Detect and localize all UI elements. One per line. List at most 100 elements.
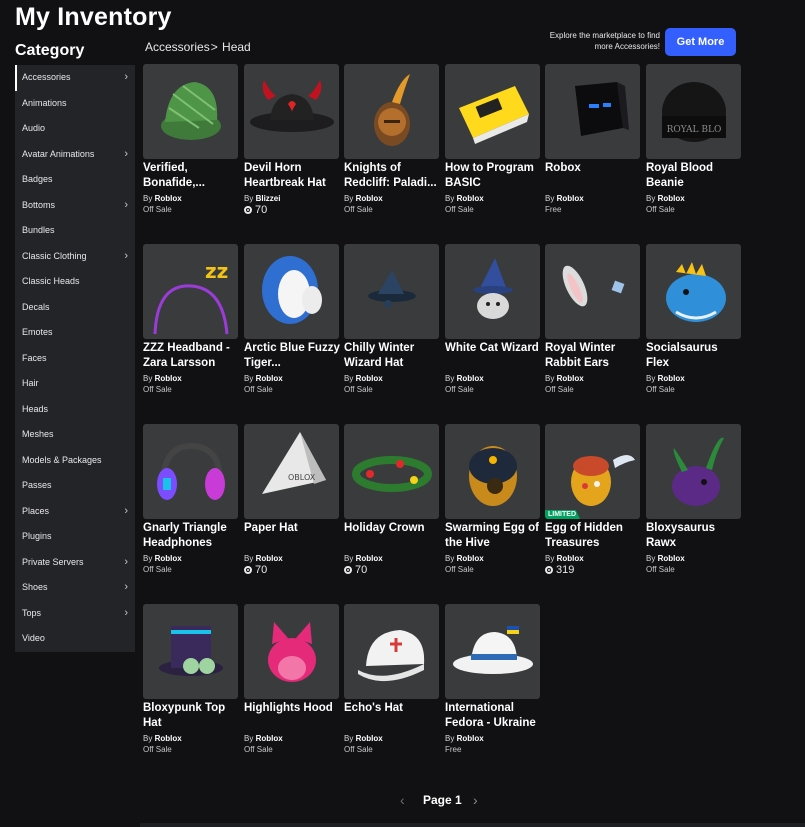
sidebar-item-classic-heads[interactable]: Classic Heads xyxy=(15,269,135,295)
item-card[interactable]: Devil Horn Heartbreak Hat By Blizzei 70 xyxy=(244,64,340,216)
item-card[interactable]: Knights of Redcliff: Paladi... By Roblox O… xyxy=(344,64,440,216)
item-name[interactable]: Highlights Hood xyxy=(244,701,340,731)
creator-link[interactable]: Blizzei xyxy=(256,194,281,203)
item-card[interactable]: How to Program BASIC By Roblox Off Sale xyxy=(445,64,541,216)
sidebar-item-decals[interactable]: Decals xyxy=(15,295,135,321)
item-thumbnail[interactable] xyxy=(244,64,339,159)
item-thumbnail[interactable]: OBLOX xyxy=(244,424,339,519)
item-thumbnail[interactable]: zz xyxy=(143,244,238,339)
item-name[interactable]: How to Program BASIC xyxy=(445,161,541,191)
item-card[interactable]: Highlights Hood By Roblox Off Sale xyxy=(244,604,340,756)
item-name[interactable]: Robox xyxy=(545,161,641,191)
sidebar-item-places[interactable]: Places › xyxy=(15,499,135,525)
item-card[interactable]: Socialsaurus Flex By Roblox Off Sale xyxy=(646,244,742,396)
item-name[interactable]: Devil Horn Heartbreak Hat xyxy=(244,161,340,191)
creator-link[interactable]: Roblox xyxy=(256,554,283,563)
item-card[interactable]: Bloxypunk Top Hat By Roblox Off Sale xyxy=(143,604,239,756)
creator-link[interactable]: Roblox xyxy=(155,734,182,743)
creator-link[interactable]: Roblox xyxy=(356,194,383,203)
sidebar-item-plugins[interactable]: Plugins xyxy=(15,524,135,550)
item-thumbnail[interactable] xyxy=(344,64,439,159)
item-thumbnail[interactable] xyxy=(344,244,439,339)
item-thumbnail[interactable] xyxy=(344,604,439,699)
creator-link[interactable]: Roblox xyxy=(356,554,383,563)
creator-link[interactable]: Roblox xyxy=(457,554,484,563)
prev-page-icon[interactable]: ‹ xyxy=(400,792,405,808)
sidebar-item-passes[interactable]: Passes xyxy=(15,473,135,499)
item-thumbnail[interactable] xyxy=(143,604,238,699)
item-thumbnail[interactable] xyxy=(445,64,540,159)
sidebar-item-video[interactable]: Video xyxy=(15,626,135,652)
item-thumbnail[interactable] xyxy=(244,604,339,699)
sidebar-item-faces[interactable]: Faces xyxy=(15,346,135,372)
creator-link[interactable]: Roblox xyxy=(557,554,584,563)
sidebar-item-hair[interactable]: Hair xyxy=(15,371,135,397)
creator-link[interactable]: Roblox xyxy=(256,374,283,383)
creator-link[interactable]: Roblox xyxy=(658,554,685,563)
creator-link[interactable]: Roblox xyxy=(557,374,584,383)
creator-link[interactable]: Roblox xyxy=(457,194,484,203)
item-card[interactable]: Gnarly Triangle Headphones By Roblox Off S… xyxy=(143,424,239,576)
breadcrumb-parent[interactable]: Accessories xyxy=(145,40,210,54)
sidebar-item-bundles[interactable]: Bundles xyxy=(15,218,135,244)
sidebar-item-models-packages[interactable]: Models & Packages xyxy=(15,448,135,474)
item-name[interactable]: Swarming Egg of the Hive xyxy=(445,521,541,551)
creator-link[interactable]: Roblox xyxy=(155,554,182,563)
item-card[interactable]: ROYAL BLO Royal Blood Beanie By Roblox Off … xyxy=(646,64,742,216)
item-name[interactable]: Paper Hat xyxy=(244,521,340,551)
item-card[interactable]: Bloxysaurus Rawx By Roblox Off Sale xyxy=(646,424,742,576)
creator-link[interactable]: Roblox xyxy=(356,374,383,383)
item-thumbnail[interactable] xyxy=(445,244,540,339)
creator-link[interactable]: Roblox xyxy=(457,374,484,383)
item-name[interactable]: Holiday Crown xyxy=(344,521,440,551)
creator-link[interactable]: Roblox xyxy=(557,194,584,203)
sidebar-item-private-servers[interactable]: Private Servers › xyxy=(15,550,135,576)
item-thumbnail[interactable] xyxy=(646,424,741,519)
item-card[interactable]: White Cat Wizard By Roblox Off Sale xyxy=(445,244,541,396)
sidebar-item-avatar-animations[interactable]: Avatar Animations › xyxy=(15,142,135,168)
item-name[interactable]: ZZZ Headband - Zara Larsson xyxy=(143,341,239,371)
item-thumbnail[interactable] xyxy=(244,244,339,339)
creator-link[interactable]: Roblox xyxy=(658,194,685,203)
item-thumbnail[interactable] xyxy=(545,64,640,159)
item-card[interactable]: Holiday Crown By Roblox 70 xyxy=(344,424,440,576)
sidebar-item-tops[interactable]: Tops › xyxy=(15,601,135,627)
sidebar-item-bottoms[interactable]: Bottoms › xyxy=(15,193,135,219)
item-name[interactable]: Echo's Hat xyxy=(344,701,440,731)
item-name[interactable]: International Fedora - Ukraine xyxy=(445,701,541,731)
item-name[interactable]: Knights of Redcliff: Paladi... xyxy=(344,161,440,191)
item-thumbnail[interactable] xyxy=(344,424,439,519)
item-name[interactable]: Bloxypunk Top Hat xyxy=(143,701,239,731)
item-name[interactable]: Chilly Winter Wizard Hat xyxy=(344,341,440,371)
item-name[interactable]: Verified, Bonafide,... xyxy=(143,161,239,191)
item-thumbnail[interactable] xyxy=(646,244,741,339)
sidebar-item-badges[interactable]: Badges xyxy=(15,167,135,193)
sidebar-item-heads[interactable]: Heads xyxy=(15,397,135,423)
item-card[interactable]: Swarming Egg of the Hive By Roblox Off Sal… xyxy=(445,424,541,576)
item-name[interactable]: Bloxysaurus Rawx xyxy=(646,521,742,551)
sidebar-item-meshes[interactable]: Meshes xyxy=(15,422,135,448)
sidebar-item-accessories[interactable]: Accessories › xyxy=(15,65,135,91)
item-name[interactable]: White Cat Wizard xyxy=(445,341,541,371)
item-thumbnail[interactable] xyxy=(143,424,238,519)
item-thumbnail[interactable]: LIMITED xyxy=(545,424,640,519)
get-more-button[interactable]: Get More xyxy=(665,28,736,56)
creator-link[interactable]: Roblox xyxy=(155,194,182,203)
item-name[interactable]: Egg of Hidden Treasures xyxy=(545,521,641,551)
sidebar-item-emotes[interactable]: Emotes xyxy=(15,320,135,346)
item-thumbnail[interactable]: ROYAL BLO xyxy=(646,64,741,159)
creator-link[interactable]: Roblox xyxy=(658,374,685,383)
sidebar-item-audio[interactable]: Audio xyxy=(15,116,135,142)
item-card[interactable]: LIMITED Egg of Hidden Treasures By Roblox 3… xyxy=(545,424,641,576)
item-thumbnail[interactable] xyxy=(143,64,238,159)
item-card[interactable]: zz ZZZ Headband - Zara Larsson By Roblox Of… xyxy=(143,244,239,396)
item-name[interactable]: Royal Blood Beanie xyxy=(646,161,742,191)
creator-link[interactable]: Roblox xyxy=(155,374,182,383)
next-page-icon[interactable]: › xyxy=(473,792,478,808)
item-card[interactable]: OBLOX Paper Hat By Roblox 70 xyxy=(244,424,340,576)
item-card[interactable]: Royal Winter Rabbit Ears By Roblox Off Sal… xyxy=(545,244,641,396)
item-card[interactable]: Verified, Bonafide,... By Roblox Off Sale xyxy=(143,64,239,216)
item-card[interactable]: Arctic Blue Fuzzy Tiger... By Roblox Off S… xyxy=(244,244,340,396)
creator-link[interactable]: Roblox xyxy=(457,734,484,743)
item-name[interactable]: Royal Winter Rabbit Ears xyxy=(545,341,641,371)
